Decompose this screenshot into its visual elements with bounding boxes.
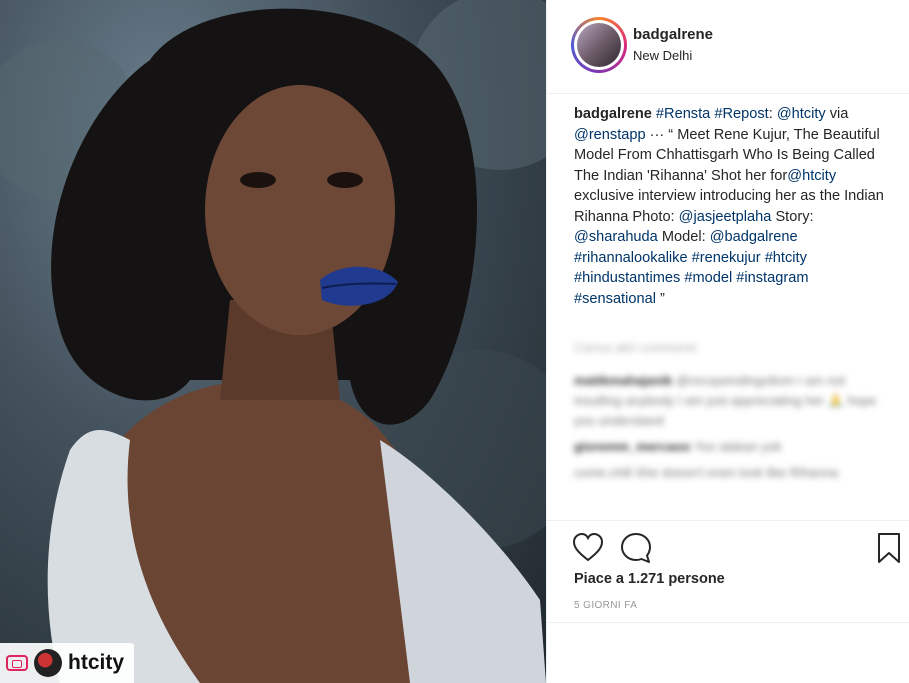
caption-link[interactable]: #Rensta	[656, 106, 710, 122]
comment-username[interactable]: gioremm_mercaoo	[574, 439, 694, 454]
repost-icon	[6, 655, 28, 671]
comment-username[interactable]: mattkmahajanik	[574, 373, 676, 388]
caption-link[interactable]: @htcity	[777, 106, 826, 122]
caption-text: :	[768, 106, 777, 122]
story-ring[interactable]	[571, 17, 627, 73]
comment-icon[interactable]	[619, 531, 653, 565]
divider	[547, 622, 909, 623]
caption-link[interactable]: #model	[684, 270, 732, 286]
caption-link[interactable]: @badgalrene	[710, 229, 798, 245]
portrait-image	[0, 0, 546, 683]
caption-link[interactable]: @htcity	[787, 168, 836, 184]
comment-text: Yoo alakan yok	[693, 439, 782, 454]
comment-item: gioremm_mercaoo Yoo alakan yok	[574, 437, 894, 457]
post-photo[interactable]: htcity	[0, 0, 546, 683]
post-header: badgalrene New Delhi	[547, 0, 909, 94]
caption-link[interactable]: #rihannalookalike	[574, 250, 688, 266]
caption-text: Model:	[657, 229, 710, 245]
repost-tag[interactable]: htcity	[0, 643, 135, 683]
caption-link[interactable]: #htcity	[765, 250, 807, 266]
header-location[interactable]: New Delhi	[633, 48, 692, 63]
caption-text: via	[825, 106, 849, 122]
bookmark-icon[interactable]	[872, 531, 906, 565]
caption-link[interactable]: @renstapp	[574, 127, 646, 143]
caption-link[interactable]: @sharahuda	[574, 229, 658, 245]
heart-icon[interactable]	[571, 531, 605, 565]
caption-link[interactable]: #renekujur	[692, 250, 761, 266]
comment-item: mattkmahajanik @mcopeindingoltom I am no…	[574, 371, 894, 431]
caption-link[interactable]: #sensational	[574, 291, 656, 307]
caption-link[interactable]: @jasjeetplaha	[679, 209, 772, 225]
comment-text: come.chill She doesn't even look like Ri…	[574, 465, 839, 480]
caption-link[interactable]: #instagram	[736, 270, 808, 286]
post-details-panel: badgalrene New Delhi badgalrene #Rensta …	[546, 0, 909, 683]
caption-username[interactable]: badgalrene	[574, 106, 652, 122]
caption-link[interactable]: #Repost	[714, 106, 768, 122]
caption: badgalrene #Rensta #Repost: @htcity via …	[574, 104, 892, 309]
header-username[interactable]: badgalrene	[633, 26, 713, 43]
comments-section: Carica altri commenti mattkmahajanik @mc…	[574, 340, 894, 510]
avatar	[577, 23, 621, 67]
caption-body: #Rensta #Repost: @htcity via @renstapp ·…	[574, 106, 884, 307]
caption-text: ”	[655, 290, 665, 307]
comment-item: come.chill She doesn't even look like Ri…	[574, 463, 894, 483]
post-date[interactable]: 5 GIORNI FA	[574, 600, 637, 611]
tag-name: htcity	[68, 651, 125, 674]
caption-link[interactable]: #hindustantimes	[574, 270, 680, 286]
load-more-comments[interactable]: Carica altri commenti	[574, 340, 894, 355]
likes-count[interactable]: Piace a 1.271 persone	[574, 571, 725, 587]
caption-text: Story:	[771, 208, 814, 225]
tag-avatar	[34, 649, 62, 677]
